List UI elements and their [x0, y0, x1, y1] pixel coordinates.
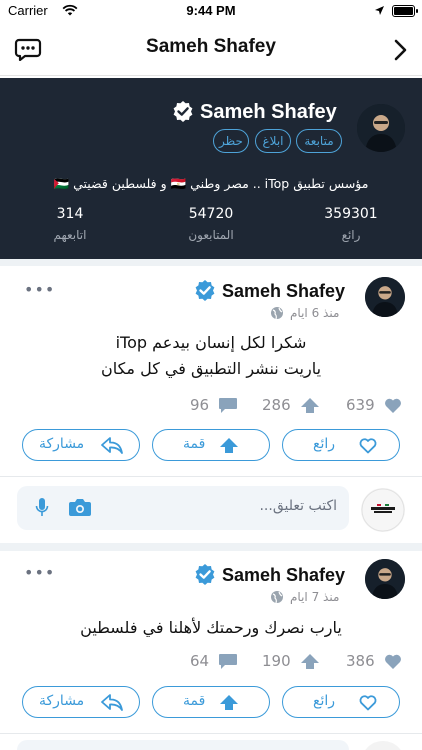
share-label: مشاركة	[39, 693, 85, 709]
like-button[interactable]: رائع	[282, 686, 400, 718]
heart-outline-icon	[359, 438, 377, 454]
comment-icon	[219, 398, 237, 413]
top-button[interactable]: قمة	[152, 686, 270, 718]
report-button[interactable]: ابلاغ	[255, 129, 291, 153]
upvote-icon	[220, 438, 238, 453]
comment-placeholder: اكتب تعليق...	[259, 498, 337, 514]
user-logo-image	[361, 488, 405, 532]
status-time: 9:44 PM	[186, 3, 236, 18]
divider	[0, 733, 422, 734]
top-label: قمة	[183, 693, 206, 709]
post-text-line: شكرا لكل إنسان بيدعم iTop	[115, 333, 307, 352]
post-text-line: يارب نصرك ورحمتك لأهلنا في فلسطين	[80, 618, 342, 637]
stat-value-likes: 359301	[324, 206, 378, 222]
camera-icon[interactable]	[68, 498, 92, 517]
avatar-image	[357, 104, 405, 152]
battery-icon	[392, 5, 418, 17]
section-divider	[0, 543, 422, 551]
upvote-count: 190	[262, 652, 291, 670]
globe-icon	[271, 307, 283, 320]
post-avatar[interactable]	[365, 559, 405, 599]
comment-count: 96	[190, 396, 210, 414]
block-button[interactable]: حظر	[213, 129, 249, 153]
verified-badge-icon	[195, 564, 215, 585]
like-label: رائع	[313, 693, 335, 709]
current-user-avatar	[361, 488, 405, 532]
share-button[interactable]: مشاركة	[22, 429, 140, 461]
top-label: قمة	[183, 436, 206, 452]
top-button[interactable]: قمة	[152, 429, 270, 461]
comment-input[interactable]: اكتب تعليق...	[17, 486, 349, 530]
like-count: 386	[346, 652, 375, 670]
heart-icon	[385, 654, 401, 669]
profile-header: Sameh Shafey متابعة ابلاغ حظر مؤسس تطبيق…	[0, 78, 422, 259]
share-icon	[101, 694, 123, 711]
profile-bio: مؤسس تطبيق iTop .. مصر وطني 🇪🇬 و فلسطين …	[53, 176, 369, 191]
share-icon	[101, 437, 123, 454]
post-time: منذ 7 ايام	[290, 590, 340, 604]
profile-name: Sameh Shafey	[200, 101, 337, 123]
comment-icon	[219, 654, 237, 669]
globe-icon	[271, 591, 283, 604]
post-card: Sameh Shafey منذ 7 ايام ••• يارب نصرك ور…	[0, 551, 422, 750]
divider	[0, 476, 422, 477]
stat-label-followers[interactable]: المتابعون	[161, 228, 261, 242]
comment-input[interactable]	[17, 740, 349, 750]
follow-button[interactable]: متابعة	[296, 129, 342, 153]
more-options-icon[interactable]: •••	[24, 280, 55, 299]
like-count: 639	[346, 396, 375, 414]
heart-icon	[385, 398, 401, 413]
post-time: منذ 6 ايام	[290, 306, 340, 320]
more-options-icon[interactable]: •••	[24, 563, 55, 582]
post-avatar[interactable]	[365, 277, 405, 317]
stat-label-likes: رائع	[341, 228, 361, 242]
share-button[interactable]: مشاركة	[22, 686, 140, 718]
like-label: رائع	[313, 436, 335, 452]
post-author[interactable]: Sameh Shafey	[222, 565, 345, 586]
location-icon	[375, 6, 384, 15]
avatar-image	[365, 559, 405, 599]
current-user-avatar	[361, 741, 405, 750]
comment-count: 64	[190, 652, 210, 670]
upvote-count: 286	[262, 396, 291, 414]
chevron-right-icon	[394, 39, 407, 61]
app-screen: Carrier 9:44 PM Sameh Shafey Sameh Shafe…	[0, 0, 422, 750]
verified-badge-icon	[173, 101, 193, 122]
stat-label-following[interactable]: اتابعهم	[20, 228, 120, 242]
section-divider	[0, 259, 422, 266]
status-bar: Carrier 9:44 PM	[0, 0, 422, 24]
nav-title: Sameh Shafey	[146, 36, 276, 57]
forward-button[interactable]	[390, 38, 410, 62]
nav-bar: Sameh Shafey	[0, 24, 422, 76]
upvote-icon	[301, 398, 319, 413]
post-text-line: ياريت ننشر التطبيق في كل مكان	[100, 359, 322, 378]
post-author[interactable]: Sameh Shafey	[222, 281, 345, 302]
avatar-image	[365, 277, 405, 317]
microphone-icon[interactable]	[35, 497, 49, 519]
verified-badge-icon	[195, 280, 215, 301]
heart-outline-icon	[359, 695, 377, 711]
like-button[interactable]: رائع	[282, 429, 400, 461]
upvote-icon	[220, 695, 238, 710]
share-label: مشاركة	[39, 436, 85, 452]
post-card: Sameh Shafey منذ 6 ايام ••• شكرا لكل إنس…	[0, 266, 422, 543]
stat-value-followers[interactable]: 54720	[161, 206, 261, 222]
upvote-icon	[301, 654, 319, 669]
stat-value-following[interactable]: 314	[20, 206, 120, 222]
profile-avatar[interactable]	[357, 104, 405, 152]
